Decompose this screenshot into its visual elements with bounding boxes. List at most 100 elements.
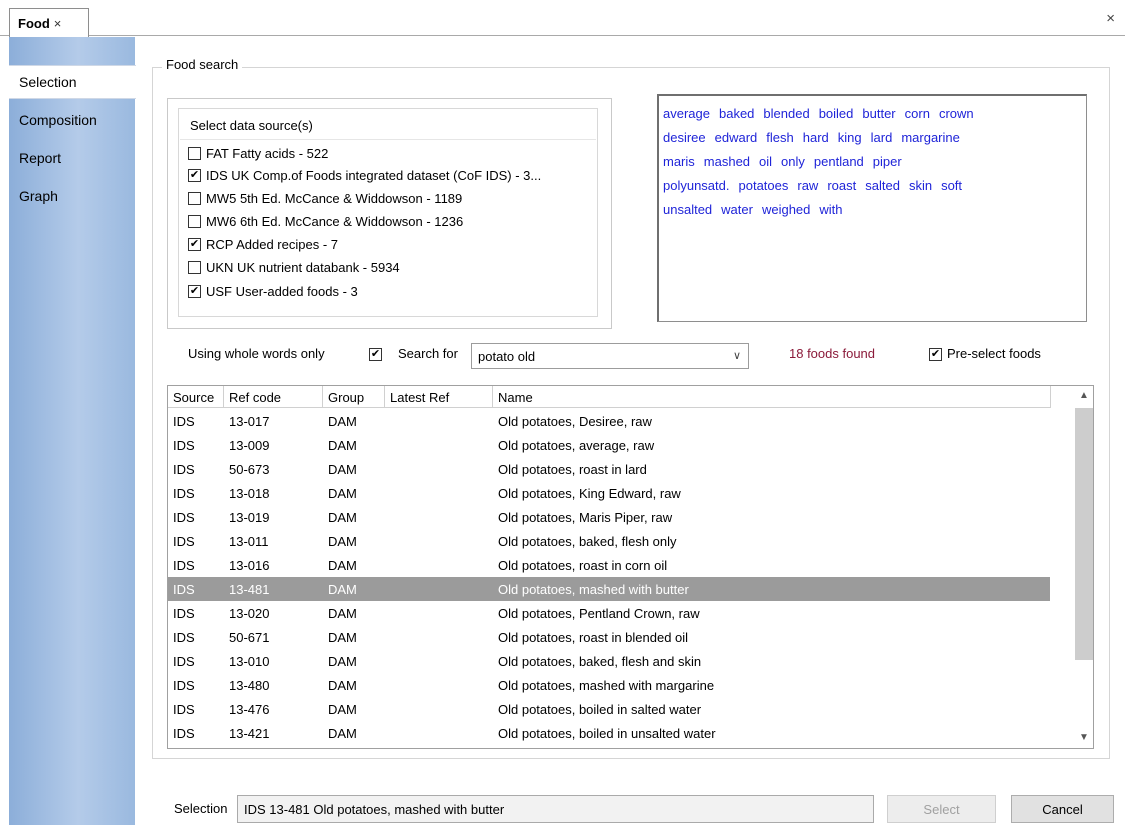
keyword-link[interactable]: crown	[939, 106, 974, 121]
column-header-group[interactable]: Group	[323, 386, 385, 408]
whole-words-checkbox[interactable]: ✔	[369, 348, 382, 361]
keyword-line: average baked blended boiled butter corn crown	[663, 102, 1086, 126]
data-source-mw5[interactable]: MW5 5th Ed. McCance & Widdowson - 1189	[188, 187, 462, 209]
checkbox[interactable]	[188, 214, 201, 228]
table-cell: IDS	[173, 725, 195, 741]
table-row[interactable]: IDS 13-017 DAM Old potatoes, Desiree, raw	[168, 409, 1050, 433]
data-source-ids[interactable]: ✔ IDS UK Comp.of Foods integrated datase…	[188, 164, 541, 186]
keyword-link[interactable]: pentland	[814, 154, 864, 169]
tab-close-icon[interactable]: ×	[54, 16, 62, 31]
keyword-link[interactable]: salted	[865, 178, 900, 193]
cancel-button[interactable]: Cancel	[1011, 795, 1114, 823]
table-row[interactable]: IDS 13-476 DAM Old potatoes, boiled in salt…	[168, 697, 1050, 721]
keyword-link[interactable]: king	[838, 130, 862, 145]
column-header-ref-code[interactable]: Ref code	[224, 386, 323, 408]
scroll-thumb[interactable]	[1075, 408, 1093, 660]
keyword-link[interactable]: soft	[941, 178, 962, 193]
keyword-link[interactable]: potatoes	[739, 178, 789, 193]
keyword-link[interactable]: unsalted	[663, 202, 712, 217]
keyword-link[interactable]: polyunsatd.	[663, 178, 730, 193]
keyword-link[interactable]: desiree	[663, 130, 706, 145]
sidebar-item-selection[interactable]: Selection	[9, 65, 136, 99]
table-row[interactable]: IDS 13-020 DAM Old potatoes, Pentland Crown…	[168, 601, 1050, 625]
keyword-link[interactable]: roast	[827, 178, 856, 193]
keyword-link[interactable]: water	[721, 202, 753, 217]
keyword-link[interactable]: blended	[763, 106, 809, 121]
tab-food[interactable]: Food ×	[9, 8, 89, 37]
keyword-line: maris mashed oil only pentland piper	[663, 150, 1086, 174]
checkbox[interactable]	[188, 146, 201, 160]
data-source-fat[interactable]: FAT Fatty acids - 522	[188, 142, 328, 164]
keyword-link[interactable]: oil	[759, 154, 772, 169]
table-cell: 13-480	[229, 677, 270, 693]
table-row[interactable]: IDS 13-421 DAM Old potatoes, boiled in unsa…	[168, 721, 1050, 745]
checkbox[interactable]: ✔	[188, 168, 201, 182]
chevron-down-icon[interactable]: ∨	[733, 349, 741, 362]
sidebar-item-report[interactable]: Report	[9, 141, 136, 175]
table-cell: DAM	[328, 725, 357, 741]
table-row[interactable]: IDS 13-011 DAM Old potatoes, baked, flesh o…	[168, 529, 1050, 553]
table-cell: IDS	[173, 629, 195, 645]
keyword-link[interactable]: hard	[803, 130, 829, 145]
keyword-link[interactable]: with	[819, 202, 842, 217]
keyword-link[interactable]: corn	[905, 106, 930, 121]
table-cell: 13-016	[229, 557, 270, 573]
checkbox[interactable]	[188, 191, 201, 205]
data-source-ukn[interactable]: UKN UK nutrient databank - 5934	[188, 256, 400, 278]
keyword-link[interactable]: raw	[797, 178, 818, 193]
preselect-checkbox[interactable]: ✔	[929, 348, 942, 361]
table-row[interactable]: IDS 50-673 DAM Old potatoes, roast in lard	[168, 457, 1050, 481]
sidebar-item-composition[interactable]: Composition	[9, 103, 136, 137]
table-cell: 13-421	[229, 725, 270, 741]
data-source-usf[interactable]: ✔ USF User-added foods - 3	[188, 280, 358, 302]
data-source-mw6[interactable]: MW6 6th Ed. McCance & Widdowson - 1236	[188, 210, 463, 232]
sidebar-item-graph[interactable]: Graph	[9, 179, 136, 213]
window-close-icon[interactable]: ×	[1106, 10, 1115, 27]
keyword-link[interactable]: only	[781, 154, 805, 169]
column-header-source[interactable]: Source	[168, 386, 224, 408]
keyword-link[interactable]: maris	[663, 154, 695, 169]
table-row[interactable]: IDS 13-016 DAM Old potatoes, roast in corn …	[168, 553, 1050, 577]
sidebar-item-label: Graph	[19, 188, 58, 204]
select-button[interactable]: Select	[887, 795, 996, 823]
vertical-scrollbar[interactable]: ▲ ▼	[1075, 386, 1093, 748]
keyword-link[interactable]: skin	[909, 178, 932, 193]
table-row[interactable]: IDS 13-019 DAM Old potatoes, Maris Piper, r…	[168, 505, 1050, 529]
selection-label: Selection	[174, 801, 228, 816]
table-row[interactable]: IDS 50-671 DAM Old potatoes, roast in blend…	[168, 625, 1050, 649]
table-cell: Old potatoes, King Edward, raw	[498, 485, 681, 501]
keyword-link[interactable]: mashed	[704, 154, 750, 169]
data-source-label: USF User-added foods - 3	[206, 283, 358, 299]
keyword-link[interactable]: lard	[871, 130, 893, 145]
scroll-up-icon[interactable]: ▲	[1075, 390, 1093, 404]
table-row[interactable]: IDS 13-010 DAM Old potatoes, baked, flesh a…	[168, 649, 1050, 673]
data-source-rcp[interactable]: ✔ RCP Added recipes - 7	[188, 233, 338, 255]
data-source-label: FAT Fatty acids - 522	[206, 145, 329, 161]
keyword-link[interactable]: edward	[715, 130, 758, 145]
keyword-link[interactable]: butter	[862, 106, 895, 121]
search-input[interactable]: potato old ∨	[471, 343, 749, 369]
keyword-link[interactable]: baked	[719, 106, 754, 121]
keyword-link[interactable]: average	[663, 106, 710, 121]
checkbox[interactable]: ✔	[188, 284, 201, 298]
keyword-line: desiree edward flesh hard king lard margarine	[663, 126, 1086, 150]
keyword-link[interactable]: flesh	[766, 130, 793, 145]
table-row[interactable]: IDS 13-009 DAM Old potatoes, average, raw	[168, 433, 1050, 457]
checkbox[interactable]	[188, 260, 201, 274]
keyword-link[interactable]: piper	[873, 154, 902, 169]
table-row[interactable]: IDS 13-018 DAM Old potatoes, King Edward, r…	[168, 481, 1050, 505]
column-header-latest-ref[interactable]: Latest Ref	[385, 386, 493, 408]
table-row[interactable]: IDS 13-481 DAM Old potatoes, mashed with bu…	[168, 577, 1050, 601]
table-cell	[385, 409, 493, 433]
keyword-link[interactable]: margarine	[901, 130, 960, 145]
keyword-link[interactable]: boiled	[819, 106, 854, 121]
data-source-label: RCP Added recipes - 7	[206, 236, 338, 252]
column-header-name[interactable]: Name	[493, 386, 1051, 408]
checkbox[interactable]: ✔	[188, 237, 201, 251]
divider	[180, 139, 596, 140]
table-row[interactable]: IDS 13-480 DAM Old potatoes, mashed with ma…	[168, 673, 1050, 697]
table-cell	[385, 457, 493, 481]
scroll-down-icon[interactable]: ▼	[1075, 732, 1093, 746]
sidebar-item-label: Selection	[19, 74, 77, 90]
keyword-link[interactable]: weighed	[762, 202, 810, 217]
